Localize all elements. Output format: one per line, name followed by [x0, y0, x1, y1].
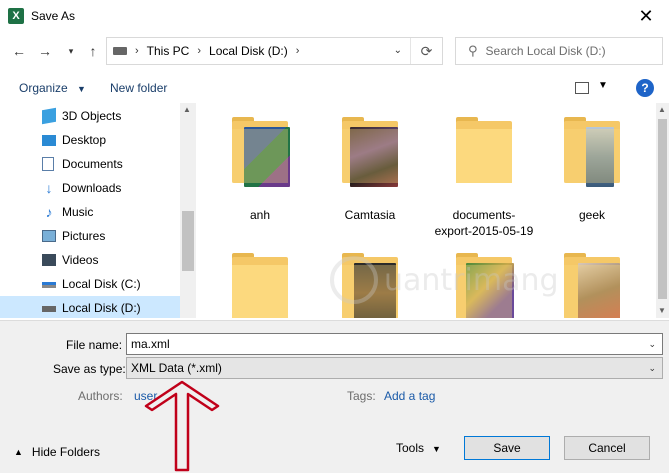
tools-menu[interactable]: Tools ▼: [396, 441, 441, 455]
refresh-icon: ⟳: [420, 42, 433, 59]
cancel-button[interactable]: Cancel: [564, 436, 650, 460]
back-arrow-icon[interactable]: ←: [10, 42, 28, 60]
chevron-down-icon: ▼: [432, 444, 441, 454]
breadcrumb-this-pc[interactable]: This PC: [147, 44, 190, 58]
nav-item-label: Downloads: [62, 181, 122, 195]
address-chevron-down-icon[interactable]: ⌄: [394, 45, 402, 56]
drive-icon: [42, 282, 56, 288]
search-input[interactable]: ⚲ Search Local Disk (D:): [455, 37, 663, 65]
search-icon: ⚲: [468, 43, 478, 58]
drive-icon: [42, 306, 56, 312]
authors-label: Authors:: [78, 389, 123, 403]
chevron-down-icon: ▼: [77, 84, 86, 94]
nav-item-3d-objects[interactable]: 3D Objects: [0, 104, 180, 128]
excel-icon: X: [8, 8, 24, 24]
nav-item-label: Desktop: [62, 133, 107, 147]
save-type-value: XML Data (*.xml): [131, 361, 222, 375]
nav-item-label: Pictures: [62, 229, 106, 243]
breadcrumb-separator-icon: ›: [197, 45, 202, 57]
nav-item-local-disk-c[interactable]: Local Disk (C:): [0, 272, 180, 296]
window-title: Save As: [31, 9, 76, 23]
file-name: geek: [578, 208, 606, 222]
forward-arrow-icon[interactable]: →: [36, 42, 54, 60]
file-name: anh: [249, 208, 271, 222]
breadcrumb-separator-icon: ›: [295, 45, 300, 57]
chevron-up-icon: ▲: [14, 447, 23, 457]
nav-item-documents[interactable]: Documents: [0, 152, 180, 176]
file-name: Camtasia: [344, 208, 396, 222]
folder-icon: [564, 117, 620, 187]
scrollbar-thumb[interactable]: [658, 119, 667, 299]
nav-item-label: Videos: [62, 253, 99, 267]
file-name-label: File name:: [66, 338, 123, 352]
file-name-input[interactable]: ma.xml ⌄: [126, 333, 663, 355]
up-arrow-icon[interactable]: ↑: [84, 42, 102, 60]
scroll-down-icon[interactable]: ▼: [658, 306, 666, 315]
navigation-bar: ← → ▾ ↑ › This PC › Local Disk (D:) › ⌄ …: [0, 34, 669, 68]
add-tag-link[interactable]: Add a tag: [384, 389, 435, 403]
folder-icon: [232, 253, 288, 318]
save-options-panel: File name: ma.xml ⌄ Save as type: XML Da…: [0, 320, 669, 473]
scroll-up-icon[interactable]: ▲: [658, 105, 666, 114]
hide-folders-button[interactable]: ▲ Hide Folders: [14, 445, 100, 459]
navigation-pane: 3D Objects Desktop Documents ↓ Downloads…: [0, 103, 196, 318]
scroll-up-icon[interactable]: ▲: [183, 105, 191, 114]
folder-icon: [564, 253, 620, 318]
nav-item-desktop[interactable]: Desktop: [0, 128, 180, 152]
nav-item-label: Local Disk (D:): [62, 301, 141, 315]
chevron-down-icon[interactable]: ⌄: [648, 363, 656, 374]
breadcrumb-local-disk-d[interactable]: Local Disk (D:): [209, 44, 288, 58]
folder-icon: [342, 117, 398, 187]
nav-item-music[interactable]: ♪ Music: [0, 200, 180, 224]
folder-icon: [456, 117, 512, 183]
save-type-select[interactable]: XML Data (*.xml) ⌄: [126, 357, 663, 379]
new-folder-button[interactable]: New folder: [110, 81, 167, 95]
save-type-label: Save as type:: [53, 362, 126, 376]
videos-icon: [42, 254, 56, 266]
nav-item-local-disk-d[interactable]: Local Disk (D:): [0, 296, 180, 318]
tools-label: Tools: [396, 441, 425, 455]
navigation-scrollbar[interactable]: ▲: [180, 103, 196, 318]
watermark-circle-icon: [330, 256, 378, 304]
tags-label: Tags:: [347, 389, 376, 403]
file-list-scrollbar[interactable]: ▲ ▼: [656, 103, 669, 318]
recent-chevron-down-icon[interactable]: ▾: [62, 42, 80, 60]
nav-item-videos[interactable]: Videos: [0, 248, 180, 272]
nav-item-label: Local Disk (C:): [62, 277, 141, 291]
scrollbar-thumb[interactable]: [182, 211, 194, 271]
nav-item-downloads[interactable]: ↓ Downloads: [0, 176, 180, 200]
view-chevron-down-icon[interactable]: ▼: [598, 80, 608, 91]
drive-icon: [113, 47, 127, 55]
command-toolbar: Organize ▼ New folder ▼ ?: [0, 74, 669, 102]
save-button[interactable]: Save: [464, 436, 550, 460]
folder-icon: [232, 117, 290, 187]
search-placeholder: Search Local Disk (D:): [485, 44, 606, 58]
file-name: documents-export-2015-05-19: [434, 208, 534, 238]
pictures-icon: [42, 230, 56, 242]
music-icon: ♪: [45, 204, 53, 220]
nav-item-label: 3D Objects: [62, 109, 122, 123]
nav-item-label: Music: [62, 205, 94, 219]
nav-item-label: Documents: [62, 157, 123, 171]
close-button[interactable]: ✕: [623, 0, 669, 32]
watermark-text: uantrimang: [384, 262, 559, 298]
organize-label: Organize: [19, 81, 68, 95]
organize-button[interactable]: Organize ▼: [19, 81, 86, 95]
downloads-icon: ↓: [45, 180, 53, 196]
breadcrumb-separator-icon: ›: [135, 45, 139, 57]
refresh-button[interactable]: ⟳: [410, 38, 442, 64]
chevron-down-icon[interactable]: ⌄: [648, 339, 656, 350]
authors-value[interactable]: user: [134, 389, 157, 403]
file-name-value: ma.xml: [131, 337, 170, 351]
hide-folders-label: Hide Folders: [31, 445, 100, 459]
nav-item-pictures[interactable]: Pictures: [0, 224, 180, 248]
3d-objects-icon: [42, 107, 56, 125]
help-icon[interactable]: ?: [636, 79, 654, 97]
desktop-icon: [42, 135, 56, 146]
documents-icon: [42, 157, 54, 171]
watermark-logo: uantrimang: [330, 250, 560, 310]
change-view-icon[interactable]: [575, 82, 589, 94]
title-bar: X Save As ✕: [0, 0, 669, 32]
address-bar[interactable]: › This PC › Local Disk (D:) › ⌄ ⟳: [106, 37, 443, 65]
